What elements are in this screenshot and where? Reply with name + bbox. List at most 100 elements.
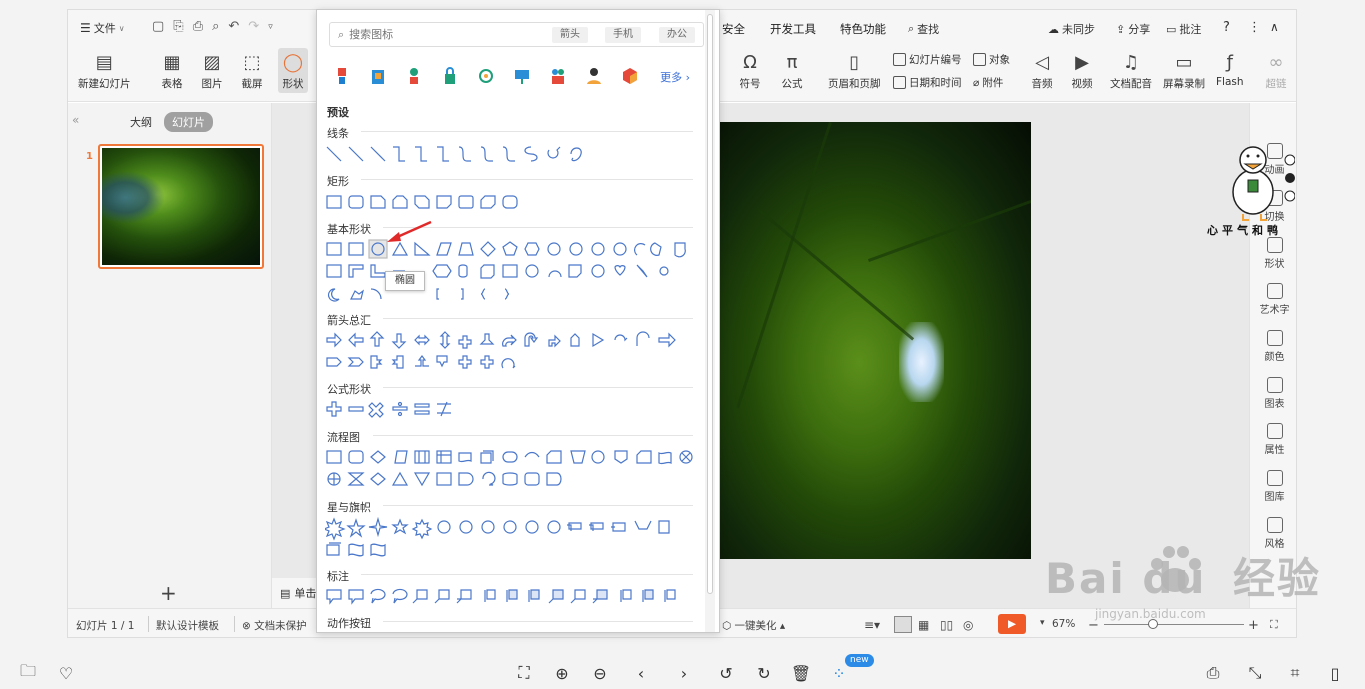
folder-icon[interactable]: 🗀 [19,661,37,682]
flash-button[interactable]: ƒ Flash [1216,50,1244,89]
zoom-level[interactable]: 67% [1052,618,1075,630]
rotate-right-icon[interactable]: ↻ [755,664,773,683]
screen-record-button[interactable]: ▭ 屏幕录制 [1163,50,1205,91]
formula-button[interactable]: π 公式 [780,50,804,91]
play-slideshow-button[interactable]: ▶ [998,614,1026,634]
zoom-in-button[interactable]: + [1248,618,1259,633]
search-tag-phone[interactable]: 手机 [605,27,641,43]
tab-security[interactable]: 安全 [722,21,745,37]
normal-view-icon[interactable] [894,616,912,633]
apps-icon[interactable]: ⁘ [830,664,848,683]
lock-icon[interactable] [441,66,459,86]
zoom-out-icon[interactable]: ⊖ [591,664,609,683]
reading-view-icon[interactable]: ▯▯ [940,618,953,632]
next-icon[interactable]: › [675,664,693,683]
tab-developer[interactable]: 开发工具 [770,21,816,37]
robot-icon[interactable] [405,66,423,86]
sorter-view-icon[interactable]: ▦ [918,618,929,632]
audio-button[interactable]: ◁ 音频 [1030,50,1054,91]
scrollbar-thumb[interactable] [707,14,713,594]
zoom-slider[interactable] [1104,624,1244,625]
resize-icon[interactable]: ⤡ [1246,663,1264,682]
presentation-icon[interactable] [513,66,531,86]
formula-shapes-row[interactable] [325,399,465,419]
print-icon[interactable]: ⎙ [1204,663,1222,682]
file-menu[interactable]: ☰ 文件 ∨ [80,20,125,36]
collapse-panel-icon[interactable]: « [72,113,79,127]
tab-slides[interactable]: 幻灯片 [164,112,213,132]
symbol-button[interactable]: Ω 符号 [738,50,762,91]
person-icon[interactable] [585,66,603,86]
basic-shapes-grid[interactable] [325,239,695,305]
award-icon[interactable] [333,66,351,86]
notes-bar[interactable]: ▤ 单击 [272,578,322,608]
collapse-ribbon-icon[interactable]: ∧ [1270,20,1279,34]
table-button[interactable]: ▦ 表格 [160,50,184,91]
callout-shapes-row[interactable] [325,586,695,606]
slide-thumbnail[interactable] [98,144,264,269]
save-icon[interactable]: ▢ [152,19,164,34]
previous-icon[interactable]: ‹ [632,664,650,683]
color-pane-button[interactable]: 颜色 [1250,330,1296,363]
heart-icon[interactable]: ♡ [57,664,75,683]
tab-features[interactable]: 特色功能 [840,21,886,37]
star-shapes-grid[interactable] [325,517,695,561]
recorder-view-icon[interactable]: ◎ [963,618,973,632]
team-icon[interactable] [549,66,567,86]
delete-icon[interactable]: 🗑 [791,664,811,683]
slide-leaf-image[interactable] [719,122,1031,559]
chart-pane-button[interactable]: 图表 [1250,377,1296,410]
network-icon[interactable] [477,66,495,86]
undo-icon[interactable]: ↶ [228,19,239,34]
picture-button[interactable]: ▨ 图片 [200,50,224,91]
slide-number-button[interactable]: 幻灯片编号 [893,52,962,67]
beautify-button[interactable]: ⬡ 一键美化 ▴ [722,618,785,633]
hyperlink-button[interactable]: ∞ 超链 [1264,50,1288,91]
search-command[interactable]: ⌕ 查找 [908,21,939,37]
video-button[interactable]: ▶ 视频 [1070,50,1094,91]
icon-search-input[interactable] [349,28,540,41]
fit-window-icon[interactable]: ⛶ [1270,618,1278,632]
search-tag-arrow[interactable]: 箭头 [552,27,588,43]
object-button[interactable]: 对象 [973,52,1010,67]
search-tag-office[interactable]: 办公 [659,27,695,43]
new-slide-button[interactable]: ▤ 新建幻灯片 [78,50,131,91]
zoom-in-icon[interactable]: ⊕ [553,664,571,683]
file-info-icon[interactable]: ▯ [1326,664,1344,683]
line-shapes-row[interactable] [325,144,585,164]
sync-status[interactable]: ☁ 未同步 [1048,21,1095,37]
tab-outline[interactable]: 大纲 [130,114,152,130]
crop-icon[interactable]: ⌗ [1286,663,1304,682]
date-time-button[interactable]: 日期和时间 [893,75,962,90]
flowchart-shapes-grid[interactable] [325,447,695,491]
protect-status[interactable]: ⊗ 文档未保护 [242,618,307,633]
arrow-shapes-grid[interactable] [325,330,695,374]
export-pdf-icon[interactable]: ⎘ [173,19,183,34]
screenshot-button[interactable]: ⬚ 截屏 [240,50,264,91]
gallery-pane-button[interactable]: 图库 [1250,470,1296,503]
more-icons-link[interactable]: 更多 › [660,69,690,85]
header-footer-button[interactable]: ▯ 页眉和页脚 [828,50,881,91]
popup-scrollbar[interactable] [705,10,715,632]
cube-icon[interactable] [621,66,639,86]
comment-button[interactable]: ▭ 批注 [1166,21,1201,37]
shape-pane-button[interactable]: 形状 [1250,237,1296,270]
share-button[interactable]: ⇪ 分享 [1116,21,1150,37]
shape-button[interactable]: ◯ 形状 [278,48,308,93]
building-icon[interactable] [369,66,387,86]
wordart-pane-button[interactable]: 艺术字 [1250,283,1296,316]
fit-screen-icon[interactable]: ⛶ [515,663,533,682]
template-name[interactable]: 默认设计模板 [156,618,219,633]
redo-icon[interactable]: ↷ [248,19,259,34]
doc-voice-button[interactable]: ♫ 文档配音 [1110,50,1152,91]
property-pane-button[interactable]: 属性 [1250,423,1296,456]
add-slide-button[interactable]: + [160,581,177,605]
customize-chevron-icon[interactable]: ▿ [268,22,273,32]
print-preview-icon[interactable]: ⌕ [212,19,219,34]
print-icon[interactable]: ⎙ [193,19,203,34]
help-icon[interactable]: ? [1223,20,1230,35]
icon-search-box[interactable]: ⌕ 箭头 手机 办公 [329,22,704,47]
notes-toggle-icon[interactable]: ≡▾ [864,618,880,632]
rotate-left-icon[interactable]: ↺ [717,664,735,683]
play-options-icon[interactable]: ▾ [1040,618,1045,628]
